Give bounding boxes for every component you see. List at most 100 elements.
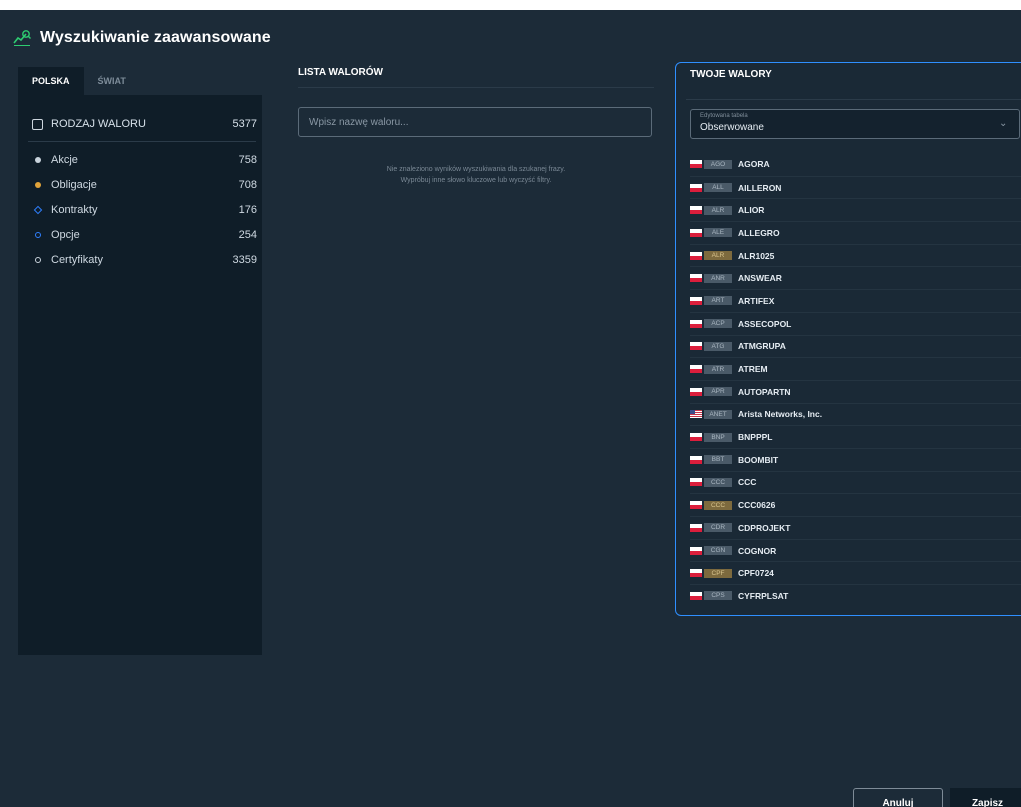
list-item[interactable]: ALR ALIOR [690,198,1021,221]
ticker-badge: ALR [704,251,732,261]
ticker-badge: CPF [704,568,732,578]
category-certyfikaty[interactable]: Certyfikaty 3359 [32,247,257,272]
security-name: CCC [738,477,757,488]
security-name: AILLERON [738,182,782,193]
list-item[interactable]: ALL AILLERON [690,175,1021,199]
dialog-header: Wyszukiwanie zaawansowane [12,28,271,48]
list-item[interactable]: BBT BOOMBIT [690,447,1021,471]
list-item[interactable]: CGN COGNOR [690,538,1021,562]
category-opcje[interactable]: Opcje 254 [32,222,257,247]
category-label: Kontrakty [51,203,98,216]
ticker-badge: AGO [704,159,732,169]
pl-flag-icon [690,274,702,283]
security-name: ASSECOPOL [738,318,792,329]
list-item[interactable]: ALE ALLEGRO [690,221,1021,244]
pl-flag-icon [690,183,702,192]
pl-flag-icon [690,455,702,464]
category-header-count: 5377 [232,118,257,130]
category-obligacje[interactable]: Obligacje 708 [32,172,257,197]
empty-line-2: Wypróbuj inne słowo kluczowe lub wyczyść… [400,177,552,184]
tab-swiat[interactable]: ŚWIAT [84,67,140,95]
cancel-button[interactable]: Anuluj [853,788,943,807]
pl-flag-icon [690,433,702,442]
ticker-badge: ALE [704,228,732,238]
category-kontrakty[interactable]: Kontrakty 176 [32,197,257,222]
pl-flag-icon [690,591,702,600]
security-name: AUTOPARTN [738,386,791,397]
us-flag-icon [690,410,702,419]
category-count: 254 [238,228,257,241]
security-name: CYFRPLSAT [738,590,789,601]
pl-flag-icon [690,569,702,578]
ticker-badge: CPS [704,591,732,601]
category-list: Akcje 758 Obligacje 708 Kontrakty 176 Op… [32,147,257,272]
list-item[interactable]: ANR ANSWEAR [690,266,1021,289]
list-item[interactable]: CCC CCC [690,470,1021,494]
security-name: AGORA [738,159,770,170]
panel-title: TWOJE WALORY [690,69,772,80]
list-item[interactable]: ART ARTIFEX [690,289,1021,312]
pl-flag-icon [690,478,702,487]
ticker-badge: BBT [704,455,732,465]
ticker-badge: CDR [704,523,732,533]
security-name: ALLEGRO [738,227,780,238]
select-value: Obserwowane [700,122,764,133]
ring-icon [35,231,41,238]
category-count: 708 [238,178,257,191]
select-all-checkbox[interactable] [32,118,43,130]
list-item[interactable]: ANET Arista Networks, Inc. [690,402,1021,426]
pl-flag-icon [690,365,702,374]
list-item[interactable]: CCC CCC0626 [690,493,1021,516]
ticker-badge: ANR [704,273,732,283]
category-header[interactable]: RODZAJ WALORU 5377 [32,116,257,132]
empty-line-1: Nie znaleziono wyników wyszukiwania dla … [386,166,566,173]
pl-flag-icon [690,160,702,169]
category-count: 758 [238,153,257,166]
pl-flag-icon [690,523,702,532]
pl-flag-icon [690,296,702,305]
select-caption: Edytowana tabela [700,113,748,119]
category-akcje[interactable]: Akcje 758 [32,147,257,172]
list-item[interactable]: CDR CDPROJEKT [690,516,1021,539]
list-item[interactable]: APR AUTOPARTN [690,379,1021,403]
ticker-badge: ALL [704,183,732,193]
pl-flag-icon [690,319,702,328]
tab-polska[interactable]: POLSKA [18,67,84,95]
category-label: Akcje [51,153,78,166]
category-count: 3359 [232,253,257,266]
pl-flag-icon [690,228,702,237]
dialog-title: Wyszukiwanie zaawansowane [40,29,271,46]
ticker-badge: CCC [704,500,732,510]
divider [686,99,1021,100]
search-input[interactable]: Wpisz nazwę waloru... [298,107,652,137]
security-name: ARTIFEX [738,295,775,306]
divider [28,141,256,142]
security-name: ANSWEAR [738,273,782,284]
ticker-badge: APR [704,387,732,397]
category-count: 176 [238,203,257,216]
save-button[interactable]: Zapisz [950,788,1021,807]
region-tabs: POLSKA ŚWIAT [18,67,262,95]
list-item[interactable]: BNP BNPPPL [690,425,1021,448]
ticker-badge: ACP [704,319,732,329]
security-name: ATREM [738,364,768,375]
dot-icon [35,156,41,163]
security-name: CDPROJEKT [738,522,791,533]
category-label: Obligacje [51,178,97,191]
security-name: ALIOR [738,205,765,216]
table-select[interactable]: Edytowana tabela Obserwowane ⌄ [690,109,1020,139]
ticker-badge: ATG [704,341,732,351]
list-item[interactable]: CPF CPF0724 [690,561,1021,584]
list-item[interactable]: ALR ALR1025 [690,243,1021,267]
chevron-down-icon: ⌄ [999,118,1008,129]
list-item[interactable]: AGO AGORA [690,153,1021,176]
chart-search-icon [13,30,31,46]
list-item[interactable]: CPS CYFRPLSAT [690,584,1021,607]
list-item[interactable]: ATR ATREM [690,357,1021,380]
list-item[interactable]: ATG ATMGRUPA [690,334,1021,358]
empty-results-message: Nie znaleziono wyników wyszukiwania dla … [298,164,654,186]
security-name: BNPPPL [738,432,773,443]
ticker-badge: CGN [704,546,732,556]
list-item[interactable]: ACP ASSECOPOL [690,311,1021,335]
securities-list: AGO AGORA ALL AILLERON ALR ALIOR ALE ALLEGRO ALR… [690,153,1021,607]
